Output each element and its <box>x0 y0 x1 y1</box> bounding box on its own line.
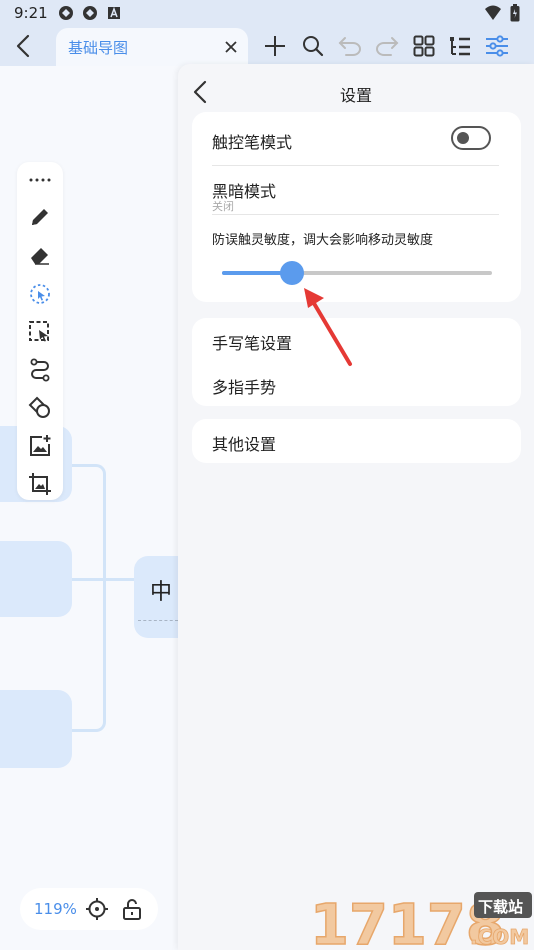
other-settings-card: 其他设置 <box>192 419 521 463</box>
dots-icon <box>29 178 51 182</box>
rect-select-icon <box>29 321 49 342</box>
back-icon <box>16 34 30 58</box>
node-connector <box>60 578 140 581</box>
dark-mode-value: 关闭 <box>212 200 234 213</box>
undo-button[interactable] <box>337 33 363 59</box>
undo-icon <box>338 37 361 56</box>
settings-button[interactable] <box>484 33 510 59</box>
lasso-select-tool[interactable] <box>26 280 54 308</box>
outline-button[interactable] <box>447 33 473 59</box>
settings-title: 设置 <box>339 86 372 105</box>
image-crop-icon <box>29 473 51 495</box>
crop-image-tool[interactable] <box>26 470 54 498</box>
lasso-select-icon <box>30 284 50 304</box>
mind-node[interactable] <box>0 541 72 617</box>
redo-button[interactable] <box>374 33 400 59</box>
sensitivity-label: 防误触灵敏度，调大会影响移动灵敏度 <box>212 233 434 248</box>
sensitivity-slider[interactable] <box>222 261 492 285</box>
status-time: 9:21 <box>14 4 48 22</box>
svg-text:下载站: 下载站 <box>478 898 523 916</box>
battery-icon <box>510 4 520 26</box>
settings-panel: 设置 触控笔模式 黑暗模式 关闭 防误触灵敏度，调大会影响移动灵敏度 手写笔设置… <box>178 64 534 950</box>
image-add-icon <box>30 435 51 456</box>
pen-icon <box>32 209 48 225</box>
add-button[interactable] <box>262 33 288 59</box>
annotation-arrow-icon <box>304 288 352 366</box>
tab-label: 基础导图 <box>68 38 129 57</box>
top-toolbar: 基础导图 <box>0 26 534 66</box>
shapes-icon <box>28 396 50 418</box>
unlock-icon <box>123 899 141 920</box>
mind-node[interactable] <box>0 690 72 768</box>
site-watermark-logo: 17178 下载站 .COM <box>310 892 532 950</box>
eraser-tool[interactable] <box>26 241 54 269</box>
menu-item-other-settings[interactable]: 其他设置 <box>212 431 276 455</box>
zoom-level[interactable]: 119% <box>34 900 77 918</box>
layout-button[interactable] <box>411 33 437 59</box>
back-button[interactable] <box>10 32 36 60</box>
tab-close-button[interactable] <box>222 38 240 56</box>
stylus-mode-label: 触控笔模式 <box>212 133 293 152</box>
row-divider <box>212 165 499 166</box>
row-divider <box>212 214 499 215</box>
toggle-knob <box>457 132 469 144</box>
menu-item-pen-settings[interactable]: 手写笔设置 <box>212 330 292 354</box>
tool-palette <box>17 162 63 500</box>
zoom-control: 119% <box>20 888 158 930</box>
wifi-icon <box>484 5 502 25</box>
outline-icon <box>450 37 470 56</box>
svg-text:.COM: .COM <box>470 925 529 949</box>
node-divider <box>138 620 178 621</box>
status-bar: 9:21 <box>0 0 534 26</box>
search-icon <box>303 36 324 57</box>
search-button[interactable] <box>300 33 326 59</box>
stylus-mode-toggle[interactable] <box>451 126 491 150</box>
input-settings-card: 触控笔模式 黑暗模式 关闭 防误触灵敏度，调大会影响移动灵敏度 <box>192 112 521 302</box>
close-icon <box>225 41 237 53</box>
insert-image-tool[interactable] <box>26 432 54 460</box>
rect-select-tool[interactable] <box>26 318 54 346</box>
palette-drag-handle[interactable] <box>26 166 54 194</box>
grid-icon <box>413 35 435 57</box>
connector-icon <box>30 358 50 382</box>
status-app-icon <box>82 5 98 21</box>
connector-tool[interactable] <box>26 356 54 384</box>
status-app-icon <box>58 5 74 21</box>
tab-document[interactable]: 基础导图 <box>56 28 248 66</box>
eraser-icon <box>31 248 49 265</box>
central-node-text: 中 <box>150 580 173 605</box>
recenter-button[interactable] <box>86 898 108 924</box>
pen-tool[interactable] <box>26 203 54 231</box>
shape-tool[interactable] <box>26 394 54 422</box>
lock-button[interactable] <box>122 898 142 924</box>
slider-thumb[interactable] <box>280 261 305 285</box>
plus-icon <box>265 36 285 56</box>
redo-icon <box>376 37 399 56</box>
status-a-icon <box>106 5 122 21</box>
menu-item-multitouch[interactable]: 多指手势 <box>212 374 276 398</box>
settings-sliders-icon <box>486 35 508 57</box>
crosshair-icon <box>86 898 108 920</box>
